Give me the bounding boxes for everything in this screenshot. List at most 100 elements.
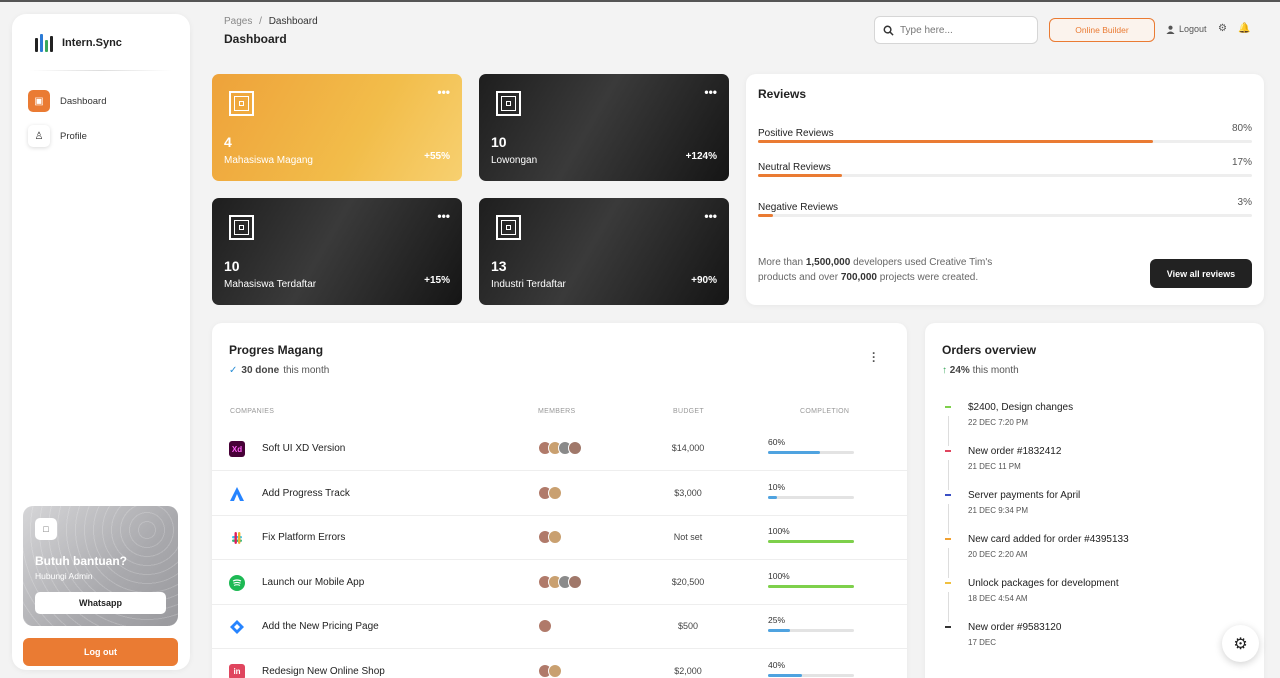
stat-value: 10 (224, 258, 240, 274)
completion-progress-track (768, 584, 854, 588)
stat-card-mahasiswa-magang[interactable]: ••• 4 Mahasiswa Magang +55% (212, 74, 462, 181)
review-progress-track (758, 214, 1252, 217)
timeline-title: Unlock packages for development (968, 578, 1119, 589)
review-progress-track (758, 140, 1252, 143)
stat-card-industri-terdaftar[interactable]: ••• 13 Industri Terdaftar +90% (479, 198, 729, 305)
user-icon (1166, 25, 1175, 34)
jira-icon (229, 619, 245, 635)
review-label: Neutral Reviews (758, 162, 831, 173)
app-logo[interactable]: Intern.Sync (34, 32, 122, 54)
arrow-up-icon: ↑ (942, 365, 947, 376)
company-name: Add the New Pricing Page (262, 621, 379, 632)
orders-change-suffix: this month (972, 365, 1019, 376)
avatar[interactable] (568, 574, 582, 589)
company-name: Fix Platform Errors (262, 532, 346, 543)
stat-label: Mahasiswa Terdaftar (224, 279, 317, 290)
header-logout-label: Logout (1179, 24, 1207, 34)
more-vertical-icon[interactable]: · · · (871, 347, 877, 367)
search-input[interactable] (900, 24, 1030, 36)
help-card: □ Butuh bantuan? Hubungi Admin Whatsapp (23, 506, 178, 626)
stat-card-lowongan[interactable]: ••• 10 Lowongan +124% (479, 74, 729, 181)
timeline-title: New card added for order #4395133 (968, 534, 1129, 545)
square-spiral-icon (229, 215, 254, 240)
table-row[interactable]: Launch our Mobile App $20,500 100% (212, 561, 907, 605)
review-row-positive: Positive Reviews 80% (758, 123, 1252, 143)
completion-progress-track (768, 629, 854, 632)
completion-progress-fill (768, 629, 790, 632)
review-row-negative: Negative Reviews 3% (758, 197, 1252, 217)
reviews-note: More than 1,500,000 developers used Crea… (758, 257, 993, 283)
breadcrumb-root[interactable]: Pages (224, 16, 252, 27)
review-percent: 80% (1231, 123, 1252, 134)
settings-fab-gear-icon[interactable]: ⚙ (1222, 625, 1259, 662)
timeline-line (948, 460, 949, 490)
table-row[interactable]: Fix Platform Errors Not set 100% (212, 516, 907, 560)
bell-icon[interactable]: 🔔 (1238, 23, 1250, 34)
sidebar-divider (30, 70, 172, 71)
view-all-reviews-button[interactable]: View all reviews (1150, 259, 1252, 288)
completion-value: 100% (768, 570, 790, 581)
search-box[interactable] (874, 16, 1038, 44)
whatsapp-button[interactable]: Whatsapp (35, 592, 166, 614)
avatar[interactable] (548, 530, 562, 544)
avatar[interactable] (548, 663, 562, 678)
stat-change: +90% (691, 275, 717, 286)
invision-icon: in (229, 663, 245, 678)
avatar[interactable] (538, 619, 552, 633)
header-logout-link[interactable]: Logout (1166, 24, 1207, 34)
budget-value: Not set (673, 532, 703, 542)
projects-title: Progres Magang (229, 343, 324, 357)
sidebar: Intern.Sync ▣ Dashboard ♙ Profile □ Butu… (12, 14, 190, 670)
timeline-line (948, 592, 949, 622)
done-suffix: this month (283, 365, 330, 376)
timeline-line (948, 416, 949, 446)
member-avatars (538, 663, 562, 678)
completion-progress-track (768, 673, 854, 677)
more-icon[interactable]: ••• (704, 85, 717, 99)
sidebar-item-profile[interactable]: ♙ Profile (28, 125, 87, 147)
company-name: Soft UI XD Version (262, 443, 346, 454)
more-icon[interactable]: ••• (704, 209, 717, 223)
review-label: Positive Reviews (758, 128, 834, 139)
column-header-budget: BUDGET (673, 408, 704, 415)
help-title: Butuh bantuan? (35, 554, 127, 568)
timeline-marker-icon (945, 494, 951, 500)
online-builder-button[interactable]: Online Builder (1049, 18, 1155, 42)
review-progress-fill (758, 140, 1154, 143)
table-row[interactable]: Add Progress Track $3,000 10% (212, 472, 907, 516)
completion-value: 60% (768, 437, 786, 447)
square-spiral-icon (496, 91, 521, 116)
timeline-marker-icon (945, 582, 951, 588)
sidebar-item-dashboard[interactable]: ▣ Dashboard (28, 90, 106, 112)
timeline-date: 18 DEC 4:54 AM (968, 594, 1028, 603)
stat-label: Industri Terdaftar (491, 279, 566, 290)
completion-progress-track (768, 540, 854, 543)
sidebar-item-label: Dashboard (60, 95, 107, 107)
stat-card-mahasiswa-terdaftar[interactable]: ••• 10 Mahasiswa Terdaftar +15% (212, 198, 462, 305)
timeline-marker-icon (945, 450, 951, 456)
completion-value: 25% (768, 615, 786, 625)
settings-icon[interactable]: ⚙ (1218, 23, 1227, 34)
review-progress-fill (758, 174, 842, 177)
completion-progress-fill (768, 584, 854, 588)
review-percent: 3% (1237, 197, 1252, 208)
timeline-date: 22 DEC 7:20 PM (968, 418, 1029, 427)
avatar[interactable] (568, 441, 582, 455)
more-icon[interactable]: ••• (437, 209, 450, 223)
review-progress-track (758, 174, 1252, 177)
orders-card: Orders overview ↑ 24% this month $2400, … (925, 323, 1264, 678)
table-row[interactable]: in Redesign New Online Shop $2,000 40% (212, 650, 907, 678)
review-percent: 17% (1231, 157, 1252, 168)
more-icon[interactable]: ••• (437, 85, 450, 99)
timeline-title: New order #1832412 (968, 446, 1062, 457)
table-row[interactable]: Add the New Pricing Page $500 25% (212, 605, 907, 649)
sidebar-logout-button[interactable]: Log out (23, 638, 178, 666)
completion-value: 40% (768, 659, 786, 670)
member-avatars (538, 530, 562, 544)
member-avatars (538, 485, 562, 500)
timeline-date: 21 DEC 9:34 PM (968, 506, 1029, 515)
table-row[interactable]: Xd Soft UI XD Version $14,000 60% (212, 427, 907, 471)
stat-value: 4 (224, 134, 232, 150)
timeline-line (948, 504, 949, 534)
avatar[interactable] (548, 485, 562, 500)
